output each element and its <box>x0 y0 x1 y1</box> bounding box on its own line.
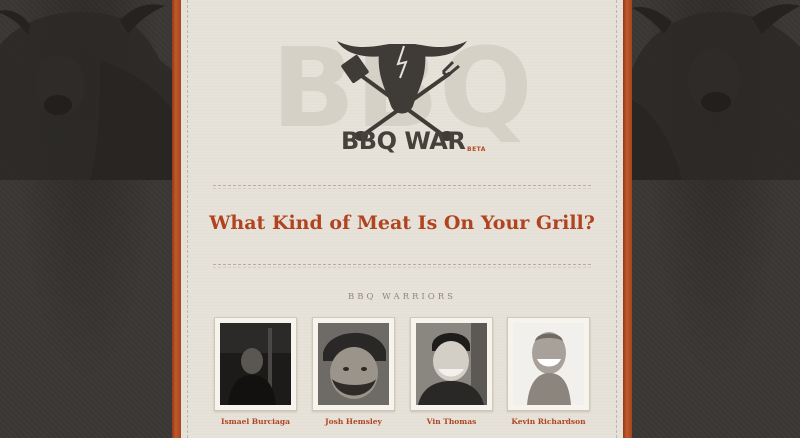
page-headline: What Kind of Meat Is On Your Grill? <box>209 212 595 234</box>
warrior-name[interactable]: Ismael Burciaga <box>214 417 297 426</box>
photo-frame[interactable] <box>507 317 590 411</box>
divider-bottom <box>213 264 591 268</box>
warrior-name[interactable]: Josh Hemsley <box>312 417 395 426</box>
photo-frame[interactable] <box>312 317 395 411</box>
warrior-name[interactable]: Vin Thomas <box>410 417 493 426</box>
warrior-photo[interactable] <box>416 323 487 405</box>
warrior-card-kevin[interactable]: Kevin Richardson <box>507 317 590 426</box>
right-background-panel <box>632 0 800 438</box>
warrior-photo[interactable] <box>220 323 291 405</box>
bull-illustration-left <box>0 4 172 180</box>
left-orange-border <box>172 0 181 438</box>
photo-frame[interactable] <box>410 317 493 411</box>
warrior-card-ismael[interactable]: Ismael Burciaga <box>214 317 297 426</box>
photo-frame[interactable] <box>214 317 297 411</box>
brand-name: BBQ WAR <box>341 127 466 155</box>
warrior-card-vin[interactable]: Vin Thomas <box>410 317 493 426</box>
divider-top <box>213 185 591 189</box>
warrior-name[interactable]: Kevin Richardson <box>507 417 590 426</box>
warrior-photo[interactable] <box>318 323 389 405</box>
warriors-section-title: BBQ WARRIORS <box>348 292 456 302</box>
left-background-panel <box>0 0 172 438</box>
warrior-card-josh[interactable]: Josh Hemsley <box>312 317 395 426</box>
beta-badge: BETA <box>467 146 486 153</box>
main-content-column: BBQ BBQ WAR BETA What Kind of Meat Is On… <box>181 0 623 438</box>
warrior-photo[interactable] <box>513 323 584 405</box>
bull-illustration-right <box>632 4 800 180</box>
right-orange-border <box>623 0 632 438</box>
